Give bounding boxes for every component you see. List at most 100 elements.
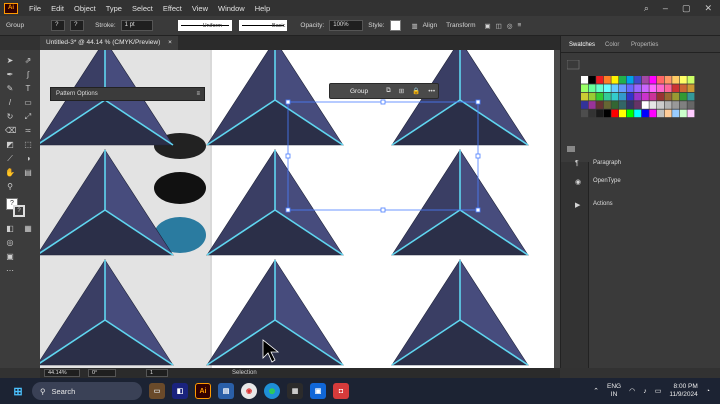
chrome-icon[interactable]: ◉ (241, 383, 257, 399)
close-tab-icon[interactable]: × (168, 39, 172, 46)
type-tool-icon[interactable]: T (23, 84, 33, 94)
align-icon[interactable]: ▥ (412, 22, 418, 30)
color-swatch (679, 92, 687, 101)
artboard-field[interactable]: 1 (146, 369, 168, 377)
maximize-icon[interactable]: ▢ (682, 3, 691, 14)
current-tool-label: Selection (232, 370, 257, 376)
menu-type[interactable]: Type (101, 4, 127, 13)
illustrator-logo: Ai (4, 2, 18, 14)
color-mode-icon[interactable]: ◧ (5, 224, 15, 234)
color-swatch (641, 76, 649, 84)
rectangle-tool-icon[interactable]: ▭ (23, 98, 33, 108)
arrange-group-icon[interactable]: ⊞ (399, 87, 404, 95)
color-swatch (603, 76, 611, 84)
opentype-panel-label[interactable]: OpenType (593, 178, 621, 184)
paragraph-icon[interactable]: ¶ (575, 160, 579, 167)
lock-icon[interactable]: 🔒 (412, 87, 420, 95)
rotation-field[interactable]: 0° (88, 369, 116, 377)
line-tool-icon[interactable]: / (5, 98, 15, 108)
volume-icon[interactable]: ♪ (643, 388, 647, 395)
eyedropper-tool-icon[interactable]: ⟋ (5, 154, 15, 164)
gallery-icon[interactable]: ◧ (172, 383, 188, 399)
blend-tool-icon[interactable]: ◑ (23, 154, 33, 164)
paragraph-panel-label[interactable]: Paragraph (593, 160, 621, 166)
hand-tool-icon[interactable]: ✋ (5, 168, 15, 178)
more-options-icon[interactable]: ••• (428, 88, 435, 95)
menu-effect[interactable]: Effect (158, 4, 187, 13)
arrange-icon[interactable]: ▣ (485, 22, 491, 30)
menu-window[interactable]: Window (213, 4, 250, 13)
eraser-tool-icon[interactable]: ⌫ (5, 126, 16, 136)
minimize-icon[interactable]: – (663, 3, 668, 14)
more-tools-icon[interactable]: ⋯ (5, 266, 15, 276)
fill-swatch[interactable]: ? (51, 20, 66, 31)
recolor-icon[interactable]: ◎ (507, 22, 513, 30)
isolate-group-icon[interactable]: ⧉ (386, 87, 391, 95)
taskbar-search[interactable]: ⚲ Search (32, 382, 142, 400)
menu-edit[interactable]: Edit (46, 4, 69, 13)
illustrator-taskbar-icon[interactable]: Ai (195, 383, 211, 399)
panel-menu-icon[interactable]: ≡ (517, 22, 521, 29)
file-explorer-icon[interactable]: ▭ (149, 383, 165, 399)
shape-builder-tool-icon[interactable]: ◩ (5, 140, 15, 150)
edge-icon[interactable]: ◍ (264, 383, 280, 399)
windows-start-icon[interactable]: ⊞ (10, 383, 26, 399)
document-tab[interactable]: Untitled-3* @ 44.14 % (CMYK/Preview) × (40, 36, 178, 50)
stroke-weight-field[interactable]: 1 pt (120, 20, 153, 31)
menu-select[interactable]: Select (127, 4, 158, 13)
isolate-icon[interactable]: ◫ (496, 22, 502, 30)
battery-icon[interactable]: ▭ (655, 387, 662, 395)
swatches-grid[interactable] (567, 60, 707, 160)
free-transform-tool-icon[interactable]: ⬚ (23, 140, 33, 150)
actions-panel-label[interactable]: Actions (593, 201, 613, 207)
wifi-icon[interactable]: ◠ (629, 387, 635, 395)
zoom-tool-icon[interactable]: ⚲ (5, 182, 15, 192)
pen-tool-icon[interactable]: ✒ (5, 70, 15, 80)
brush-tool-icon[interactable]: ✎ (5, 84, 15, 94)
context-group-button[interactable]: Group (330, 88, 378, 95)
draw-mode-icon[interactable]: ◎ (5, 238, 15, 248)
menu-view[interactable]: View (187, 4, 213, 13)
chevron-up-icon[interactable]: ⌃ (593, 387, 599, 395)
menu-help[interactable]: Help (250, 4, 275, 13)
actions-icon[interactable]: ▶ (575, 201, 580, 209)
panel-menu-icon[interactable]: ≡ (196, 88, 200, 100)
pattern-options-panel: Pattern Options ≡ (50, 87, 205, 101)
gradient-mode-icon[interactable]: ▦ (23, 224, 33, 234)
tab-swatches[interactable]: Swatches (569, 42, 595, 48)
screen-mode-icon[interactable]: ▣ (5, 252, 15, 262)
close-window-icon[interactable]: ✕ (704, 3, 712, 14)
color-swatch (619, 76, 626, 84)
clock[interactable]: 8:00 PM 11/9/2024 (669, 383, 697, 399)
notifications-icon[interactable]: ◔ (706, 388, 710, 395)
transform-link[interactable]: Transform (446, 22, 475, 29)
color-swatch (596, 109, 604, 118)
style-swatch[interactable] (389, 20, 401, 31)
recorder-icon[interactable]: ◘ (333, 383, 349, 399)
scale-tool-icon[interactable]: ⤢ (23, 112, 33, 122)
color-swatch (611, 76, 619, 84)
language-indicator[interactable]: ENG IN (607, 383, 621, 399)
align-link[interactable]: Align (423, 22, 437, 29)
menu-object[interactable]: Object (69, 4, 101, 13)
width-tool-icon[interactable]: ≍ (23, 126, 33, 136)
rotate-tool-icon[interactable]: ↻ (5, 112, 15, 122)
direct-selection-tool-icon[interactable]: ⇗ (23, 56, 33, 66)
selection-tool-icon[interactable]: ➤ (5, 56, 15, 66)
app-icon[interactable]: ▦ (287, 383, 303, 399)
zoom-field[interactable]: 44.14% (44, 369, 80, 377)
store-icon[interactable]: ▤ (218, 383, 234, 399)
tab-color[interactable]: Color (605, 42, 619, 48)
opacity-field[interactable]: 100% (329, 20, 364, 31)
stroke-swatch[interactable]: ? (70, 20, 85, 31)
color-swatch (664, 84, 672, 92)
stroke-color-icon[interactable]: ? (13, 205, 25, 217)
opentype-icon[interactable]: ◉ (575, 178, 581, 186)
search-icon[interactable]: ⌕ (644, 3, 649, 14)
files-icon[interactable]: ▣ (310, 383, 326, 399)
color-swatch (611, 84, 619, 92)
curvature-tool-icon[interactable]: ∫ (23, 70, 33, 80)
menu-file[interactable]: File (24, 4, 46, 13)
tab-properties[interactable]: Properties (631, 42, 658, 48)
artboard-tool-icon[interactable]: ▤ (23, 168, 33, 178)
